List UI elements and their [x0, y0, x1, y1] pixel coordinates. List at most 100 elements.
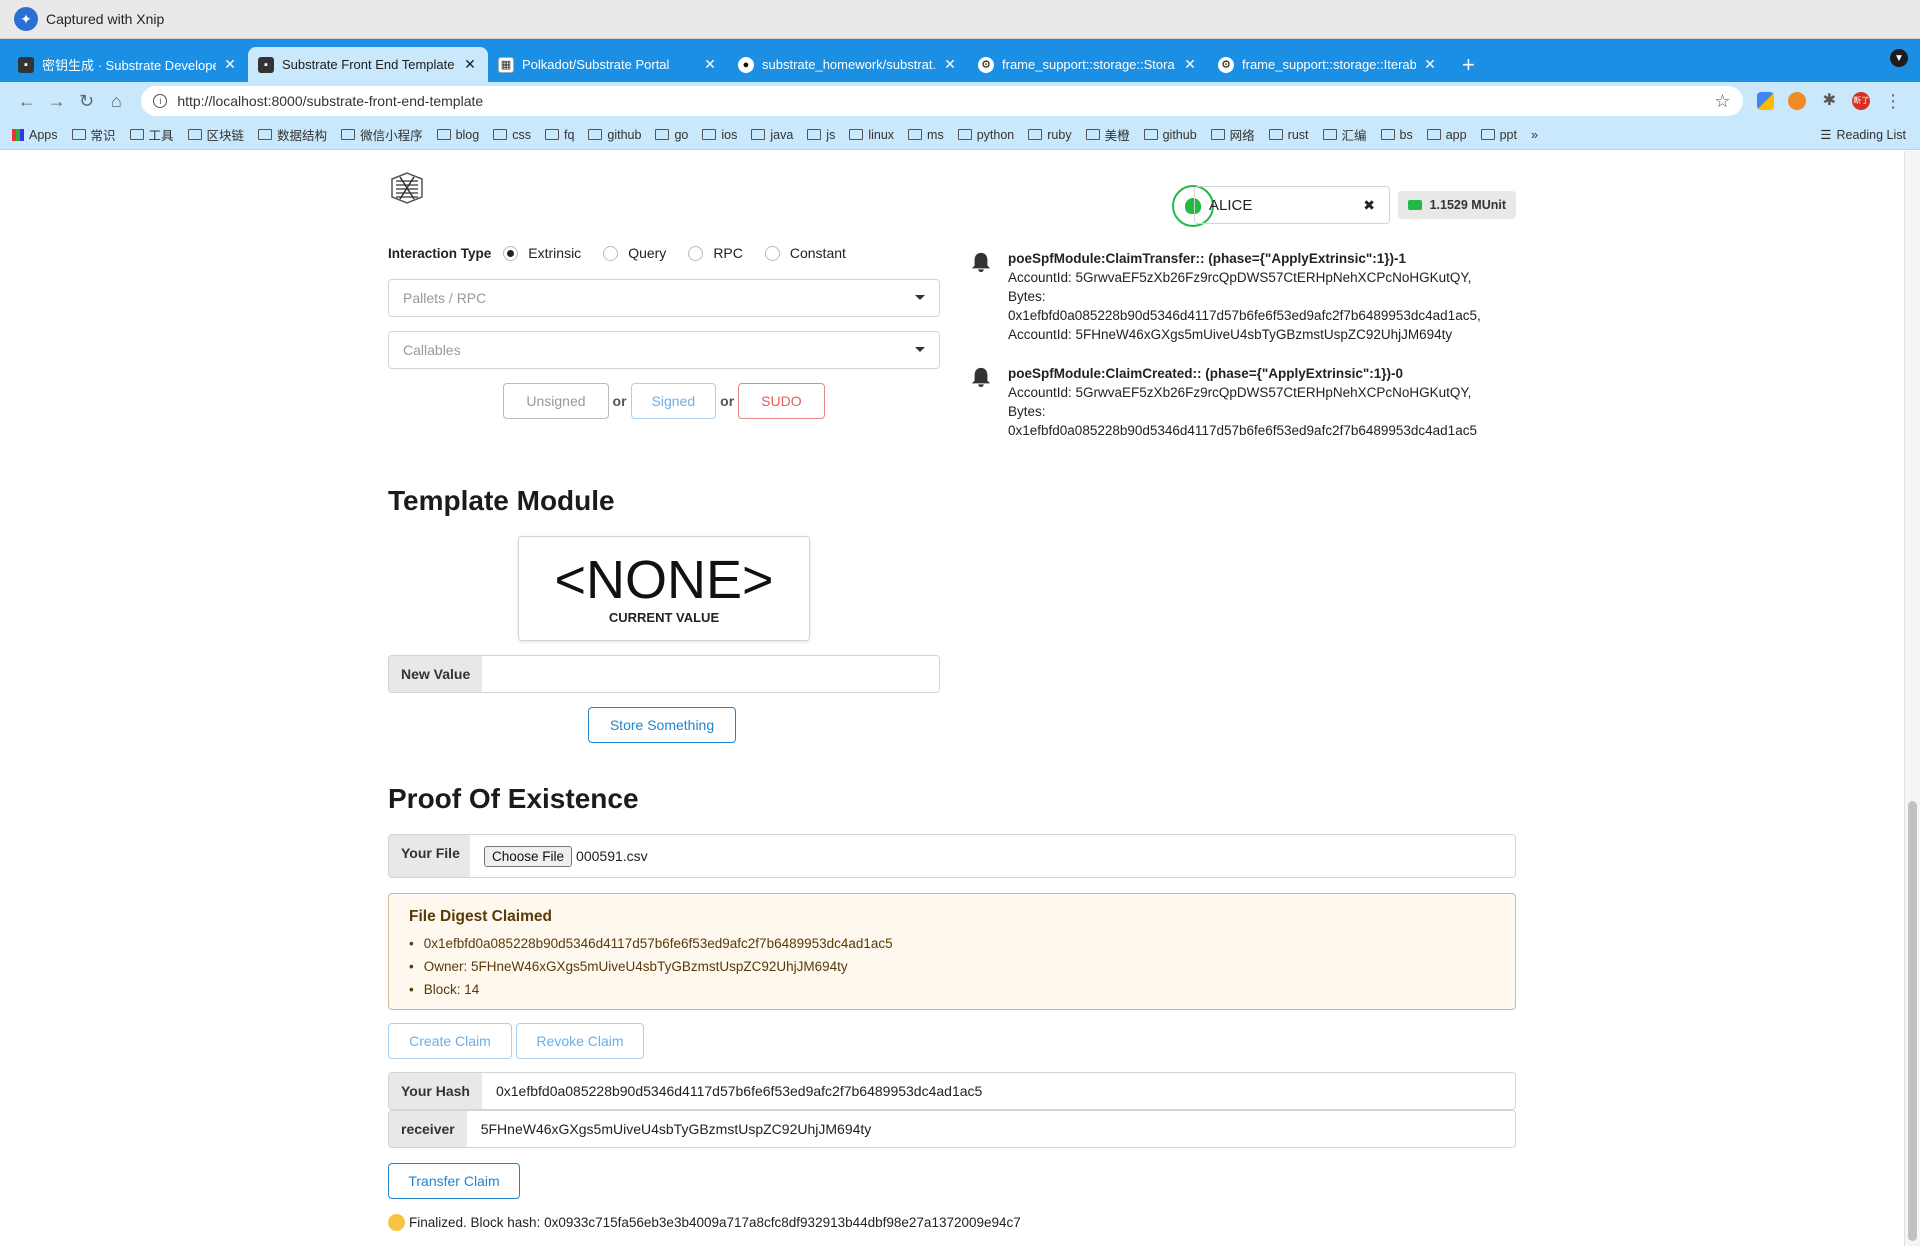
bookmark-folder[interactable]: ms: [908, 128, 944, 142]
bookmark-folder[interactable]: rust: [1268, 128, 1309, 142]
bookmark-folder[interactable]: 汇编: [1322, 125, 1367, 144]
claimed-owner: • Owner: 5FHneW46xGXgs5mUiveU4sbTyGBzmstU…: [409, 955, 1495, 978]
home-icon[interactable]: ⌂: [101, 91, 131, 112]
bookmark-folder[interactable]: fq: [544, 128, 574, 142]
bookmark-folder[interactable]: 常识: [71, 125, 116, 144]
bookmark-folder[interactable]: 数据结构: [258, 125, 327, 144]
bookmark-folder[interactable]: ruby: [1028, 127, 1072, 142]
bookmark-label: ms: [927, 127, 944, 142]
balance-value: 1.1529 MUnit: [1429, 198, 1506, 212]
page-scrollbar[interactable]: [1904, 151, 1920, 1246]
extension-colorful-icon[interactable]: [1756, 92, 1775, 110]
bookmark-folder[interactable]: github: [588, 128, 641, 142]
bookmark-folder[interactable]: 网络: [1210, 125, 1255, 144]
tab-frame-support-storage[interactable]: ⚙ frame_support::storage::Stora... ✕: [968, 47, 1208, 82]
reading-list[interactable]: ☰ Reading List: [1820, 127, 1906, 143]
bookmark-folder[interactable]: linux: [849, 128, 894, 142]
store-something-button[interactable]: Store Something: [588, 707, 736, 743]
receiver-input[interactable]: 5FHneW46xGXgs5mUiveU4sbTyGBzmstUspZC92Uh…: [466, 1111, 1515, 1147]
tab-frame-support-iterable[interactable]: ⚙ frame_support::storage::Iterab... ✕: [1208, 47, 1448, 82]
close-icon[interactable]: ✕: [1422, 56, 1438, 73]
bookmark-folder[interactable]: github: [1143, 128, 1197, 142]
new-value-label: New Value: [389, 656, 483, 692]
bookmark-label: 常识: [90, 129, 116, 143]
bookmark-folder[interactable]: app: [1426, 128, 1467, 142]
bookmark-folder[interactable]: ppt: [1480, 128, 1517, 142]
bookmark-folder[interactable]: python: [957, 128, 1014, 142]
event-line: 0x1efbfd0a085228b90d5346d4117d57b6fe6f53…: [1008, 423, 1477, 438]
or-separator: or: [612, 393, 627, 409]
new-tab-plus-icon[interactable]: +: [1448, 47, 1489, 82]
unsigned-button[interactable]: Unsigned: [503, 383, 609, 419]
radio-query[interactable]: [603, 245, 619, 261]
bookmark-label: bs: [1399, 127, 1413, 142]
bookmarks-overflow-chevron-icon[interactable]: »: [1531, 128, 1538, 142]
choose-file-button[interactable]: Choose File: [484, 845, 573, 867]
bookmark-folder[interactable]: 工具: [129, 125, 174, 144]
tab-key-generation[interactable]: ▪ 密钥生成 · Substrate Developer... ✕: [8, 47, 248, 82]
bookmark-apps[interactable]: Apps: [12, 128, 58, 142]
forward-arrow-icon[interactable]: →: [42, 91, 72, 112]
file-digest-claimed-message: File Digest Claimed • 0x1efbfd0a085228b90…: [388, 893, 1516, 1010]
bookmark-label: github: [607, 127, 642, 142]
bookmark-folder[interactable]: go: [655, 128, 688, 142]
site-info-icon[interactable]: i: [153, 94, 168, 108]
revoke-claim-button[interactable]: Revoke Claim: [516, 1023, 644, 1059]
bookmark-folder[interactable]: css: [493, 128, 531, 142]
callables-dropdown[interactable]: Callables: [388, 331, 940, 369]
folder-icon: [1322, 129, 1337, 140]
create-claim-button[interactable]: Create Claim: [388, 1023, 512, 1059]
folder-icon: [187, 129, 202, 140]
sudo-button[interactable]: SUDO: [738, 383, 825, 419]
new-value-input[interactable]: [482, 656, 939, 692]
tab-search-chevron-icon[interactable]: ▼: [1890, 49, 1908, 67]
tab-polkadot-portal[interactable]: ▦ Polkadot/Substrate Portal ✕: [488, 47, 728, 82]
folder-icon: [702, 129, 717, 140]
browser-menu-icon[interactable]: ⋮: [1878, 91, 1908, 112]
tab-github-homework[interactable]: ● substrate_homework/substrat... ✕: [728, 47, 968, 82]
bookmark-folder[interactable]: blog: [436, 128, 479, 142]
profile-avatar[interactable]: 断了: [1852, 92, 1871, 110]
your-file-field: Your File Choose File 000591.csv: [388, 834, 1516, 878]
close-icon[interactable]: ✕: [1182, 56, 1198, 73]
your-hash-input[interactable]: 0x1efbfd0a085228b90d5346d4117d57b6fe6f53…: [481, 1073, 1515, 1109]
back-arrow-icon[interactable]: ←: [12, 91, 42, 112]
bookmark-star-icon[interactable]: ☆: [1714, 91, 1730, 112]
bookmark-folder[interactable]: ios: [702, 128, 737, 142]
bookmark-folder[interactable]: 区块链: [187, 125, 244, 144]
bookmark-folder[interactable]: 美橙: [1085, 125, 1130, 144]
radio-constant[interactable]: [764, 245, 780, 261]
puzzle-extensions-icon[interactable]: ✱: [1820, 92, 1838, 110]
bookmark-folder[interactable]: 微信小程序: [341, 125, 423, 144]
tab-title: Polkadot/Substrate Portal: [522, 57, 670, 72]
close-icon[interactable]: ✕: [702, 56, 718, 73]
clear-account-icon[interactable]: ✖: [1363, 197, 1375, 214]
browser-toolbar: ← → ↻ ⌂ i http://localhost:8000/substrat…: [0, 82, 1920, 120]
radio-extrinsic[interactable]: [503, 245, 519, 261]
account-selector[interactable]: ALICE ✖: [1194, 186, 1390, 224]
bell-icon: [971, 252, 991, 273]
folder-icon: [1426, 129, 1441, 140]
extension-orange-icon[interactable]: [1788, 92, 1807, 110]
scrollbar-thumb[interactable]: [1908, 801, 1917, 1241]
your-hash-field[interactable]: Your Hash 0x1efbfd0a085228b90d5346d4117d…: [388, 1072, 1516, 1110]
radio-rpc[interactable]: [688, 245, 704, 261]
folder-icon: [436, 129, 451, 140]
bookmark-label: ruby: [1047, 127, 1072, 142]
receiver-field[interactable]: receiver 5FHneW46xGXgs5mUiveU4sbTyGBzmst…: [388, 1110, 1516, 1148]
bookmark-folder[interactable]: js: [807, 128, 835, 142]
bullet: •: [409, 959, 414, 974]
new-value-field[interactable]: New Value: [388, 655, 940, 693]
close-icon[interactable]: ✕: [942, 56, 958, 73]
bookmark-folder[interactable]: java: [751, 128, 793, 142]
bookmark-label: 数据结构: [277, 129, 328, 143]
bookmark-folder[interactable]: bs: [1380, 127, 1413, 142]
reload-icon[interactable]: ↻: [72, 91, 102, 112]
pallets-rpc-dropdown[interactable]: Pallets / RPC: [388, 279, 940, 317]
signed-button[interactable]: Signed: [630, 383, 717, 419]
tab-substrate-front-end[interactable]: ▪ Substrate Front End Template ✕: [248, 47, 488, 82]
close-icon[interactable]: ✕: [462, 56, 478, 73]
close-icon[interactable]: ✕: [222, 56, 238, 73]
transfer-claim-button[interactable]: Transfer Claim: [388, 1163, 520, 1199]
address-bar[interactable]: i http://localhost:8000/substrate-front-…: [141, 86, 1743, 116]
